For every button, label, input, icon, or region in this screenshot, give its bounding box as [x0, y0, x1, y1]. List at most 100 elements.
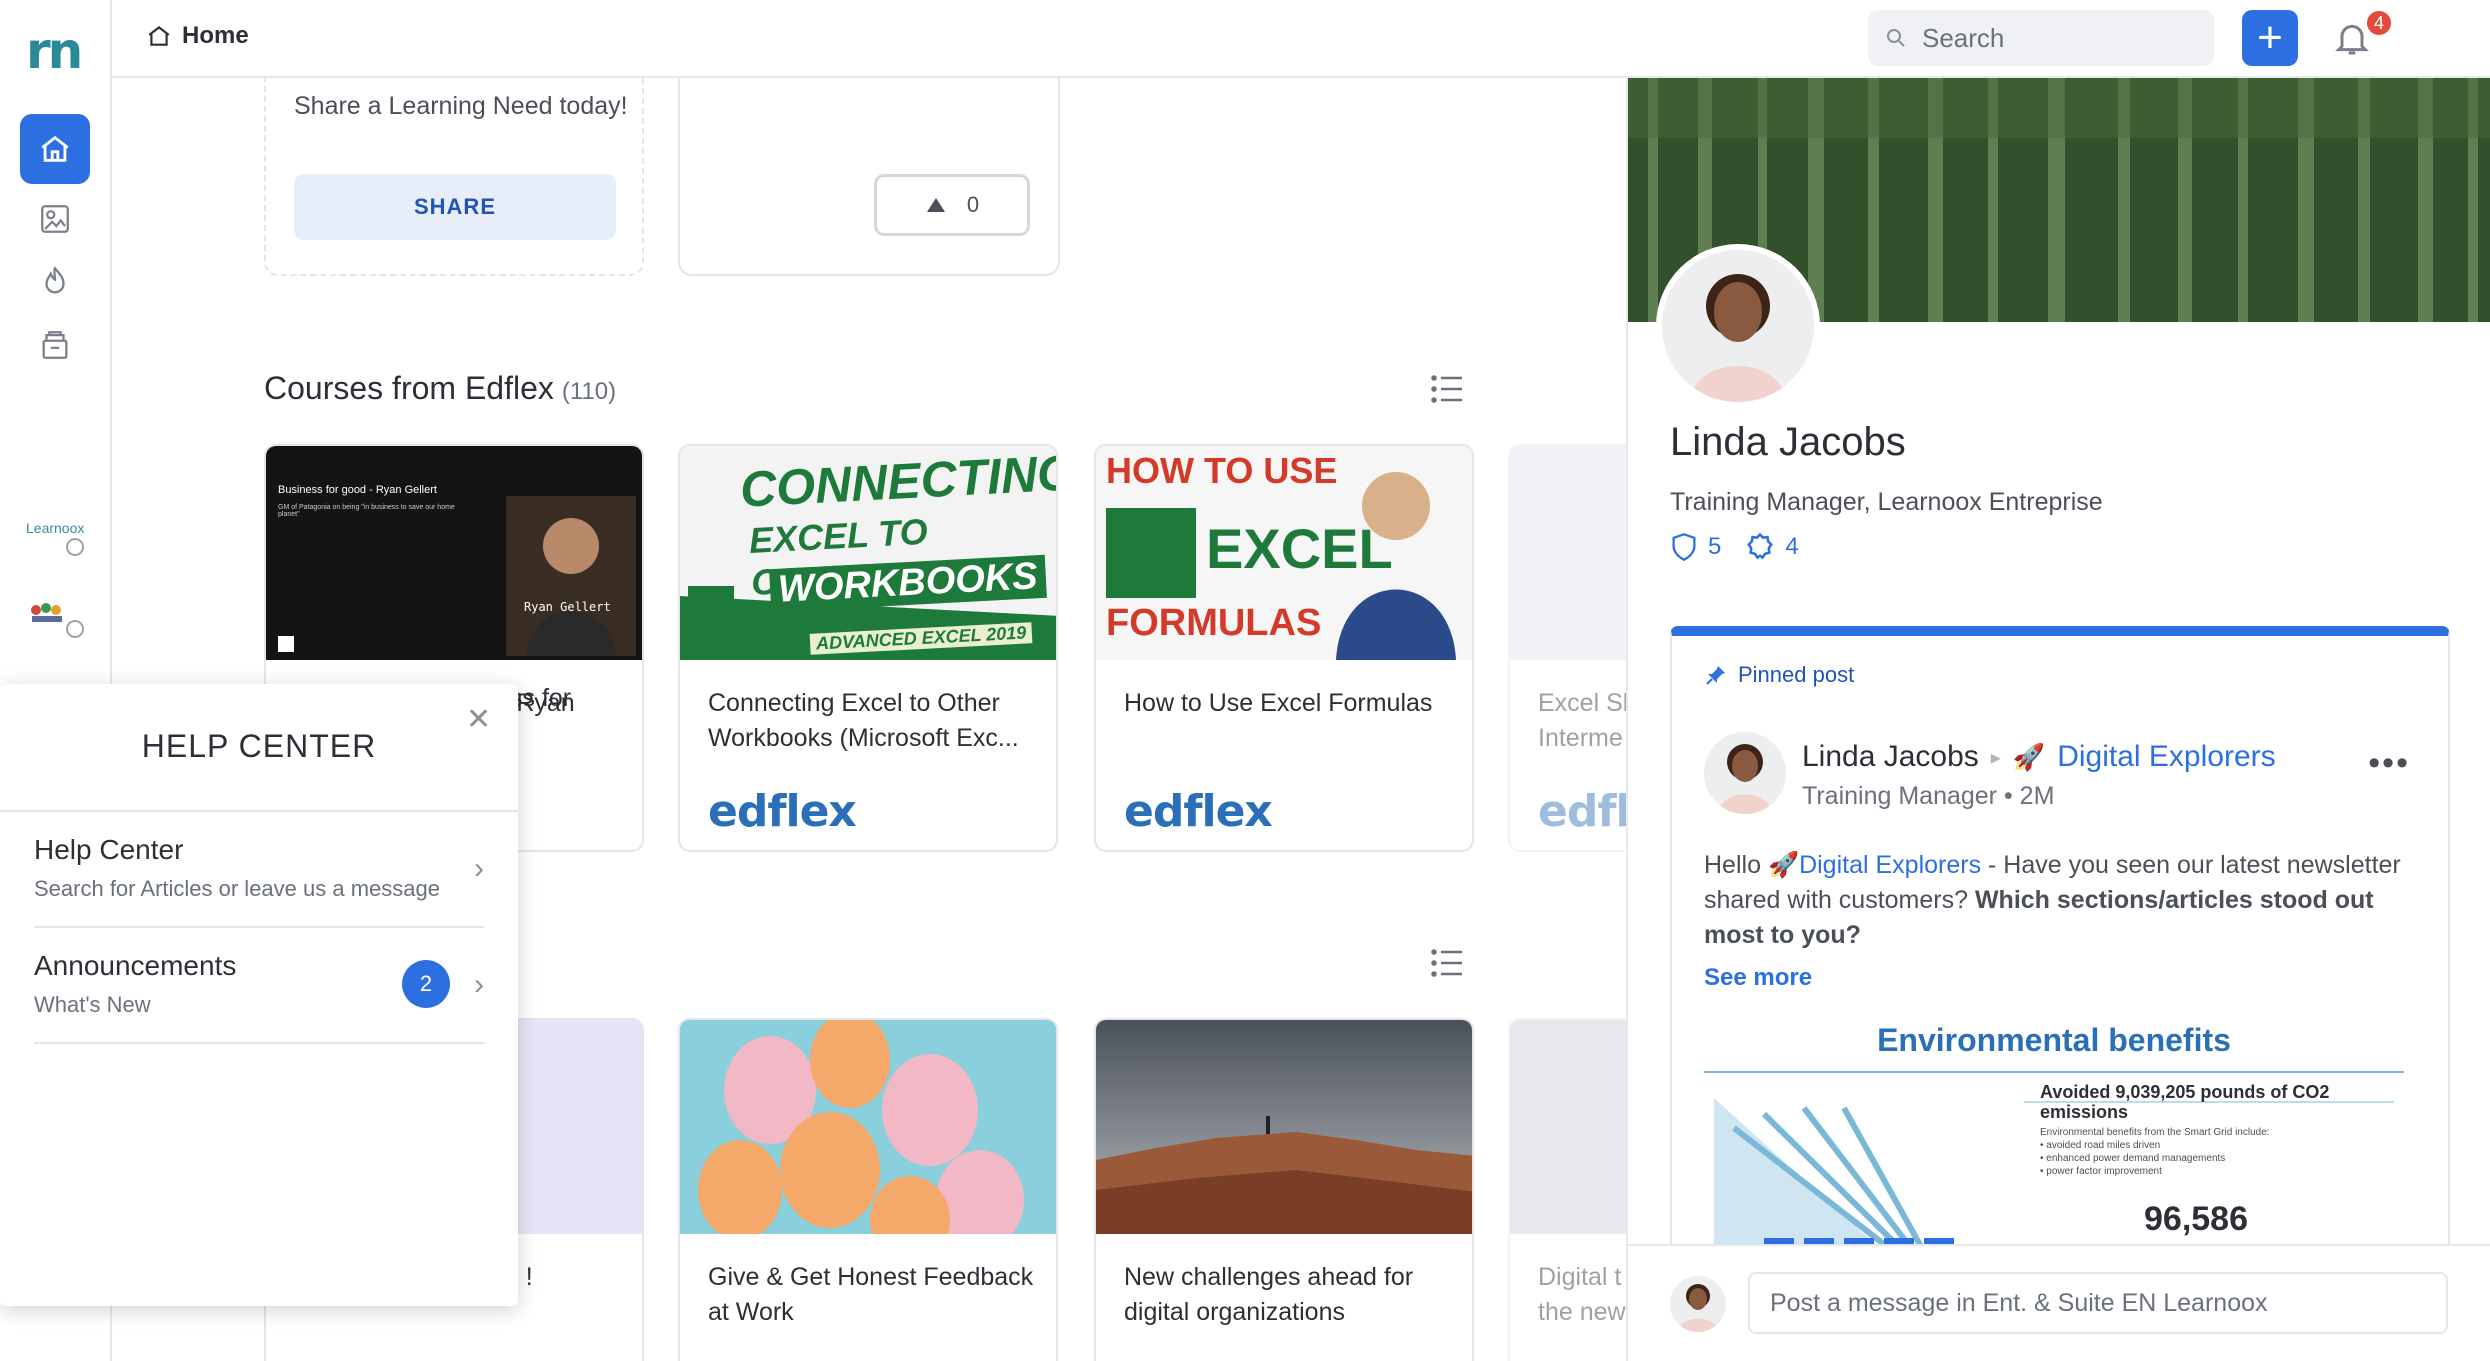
infographic-bullet: • avoided road miles driven [2040, 1140, 2161, 1151]
profile-stats: 5 4 [1670, 532, 1799, 562]
org-learnoox[interactable]: Learnoox [26, 520, 84, 536]
pinned-text: Pinned post [1738, 662, 1855, 687]
provider-logo: edfl [1538, 786, 1626, 837]
infographic-bullet: • power factor improvement [2040, 1166, 2162, 1177]
dashboard-icon[interactable] [38, 202, 72, 236]
post-body-group-link[interactable]: Digital Explorers [1799, 851, 1981, 879]
post-group-link[interactable]: Digital Explorers [2057, 740, 2275, 774]
notification-badge: 4 [2364, 8, 2394, 38]
help-item-subtitle: Search for Articles or leave us a messag… [34, 876, 440, 901]
infographic-desc-text: Environmental benefits from the Smart Gr… [2040, 1127, 2270, 1138]
post-author-line: Linda Jacobs ▸ 🚀 Digital Explorers [1802, 740, 2276, 774]
post-author-name[interactable]: Linda Jacobs [1802, 740, 1979, 774]
course-card[interactable]: HOW TO USE EXCEL FORMULAS How to Use Exc… [1094, 444, 1474, 852]
course-card[interactable]: Excel Sk Interme edfl [1508, 444, 1626, 852]
share-button[interactable]: SHARE [294, 174, 616, 240]
see-more-link[interactable]: See more [1704, 964, 1812, 992]
thumb-line3: FORMULAS [1106, 602, 1322, 644]
post-body: Hello 🚀Digital Explorers - Have you seen… [1704, 848, 2424, 953]
clock-icon [66, 538, 84, 556]
share-need-card: Share a Learning Need today! SHARE [264, 78, 644, 276]
nav-home[interactable] [20, 114, 90, 184]
thumb-line1: HOW TO USE [1106, 450, 1338, 491]
need-card: 0 [678, 78, 1060, 276]
profile-avatar[interactable] [1656, 244, 1820, 408]
composer-avatar [1670, 1276, 1726, 1332]
thumb-line2: EXCEL [1206, 517, 1393, 580]
pin-icon [1706, 666, 1725, 685]
message-composer [1628, 1244, 2490, 1361]
rocket-icon: 🚀 [2012, 741, 2046, 772]
help-center-item[interactable]: Help Center Search for Articles or leave… [34, 812, 484, 928]
upvote-count: 0 [966, 192, 980, 217]
post-message-input[interactable] [1748, 1272, 2448, 1334]
course-title-line1: Excel Sk [1538, 689, 1626, 717]
post-hello: Hello [1704, 851, 1761, 879]
course-title: Connecting Excel to Other Workbooks (Mic… [708, 689, 1019, 752]
thumb-name: Ryan Gellert [524, 600, 611, 614]
more-options-icon[interactable]: ••• [2368, 744, 2410, 783]
infographic-description: Environmental benefits from the Smart Gr… [2040, 1126, 2390, 1178]
help-item-title: Help Center [34, 834, 184, 865]
announcements-item[interactable]: Announcements What's New 2 › [34, 928, 484, 1044]
profile-panel: Linda Jacobs Training Manager, Learnoox … [1626, 78, 2490, 1361]
infographic-heading: Avoided 9,039,205 pounds of CO2 emission… [2040, 1082, 2330, 1122]
help-item-subtitle: What's New [34, 992, 151, 1017]
course-thumbnail [1096, 1020, 1472, 1234]
add-button[interactable]: + [2242, 10, 2298, 66]
course-card[interactable]: New challenges ahead for digital organiz… [1094, 1018, 1474, 1361]
course-card[interactable]: Digital t the new [1508, 1018, 1626, 1361]
pinned-label: Pinned post [1704, 662, 1854, 688]
list-view-icon[interactable] [1430, 948, 1464, 978]
trending-icon[interactable] [38, 264, 72, 298]
post-meta: Training Manager • 2M [1802, 782, 2054, 811]
breadcrumb[interactable]: Home [146, 22, 249, 50]
post-infographic[interactable]: Environmental benefits Avoided 9,039,205… [1704, 1012, 2404, 1252]
course-thumbnail [680, 1020, 1056, 1234]
course-card[interactable]: Give & Get Honest Feedback at Work [678, 1018, 1058, 1361]
home-icon [41, 135, 69, 162]
awards-stat[interactable]: 4 [1745, 532, 1799, 562]
archive-icon[interactable] [38, 328, 72, 362]
help-center-title: HELP CENTER [141, 728, 377, 764]
arrow-right-icon: ▸ [1990, 746, 2001, 769]
search-icon [1887, 29, 1905, 47]
course-thumbnail: CONNECTING EXCEL TO OTHER WORKBOOKS ADVA… [680, 446, 1056, 660]
awards-count: 4 [1785, 533, 1799, 560]
profile-name: Linda Jacobs [1670, 420, 1906, 464]
course-title: How to Use Excel Formulas [1124, 689, 1433, 717]
post-author-avatar[interactable] [1704, 732, 1786, 814]
course-title-line2: the new [1538, 1298, 1626, 1326]
clock-icon [66, 620, 84, 638]
search-input[interactable] [1922, 22, 2182, 54]
course-thumbnail: Business for good - Ryan Gellert GM of P… [266, 446, 642, 660]
search-box[interactable] [1868, 10, 2214, 66]
badges-count: 5 [1708, 533, 1722, 560]
rocket-icon: 🚀 [1767, 851, 1800, 879]
infographic-title: Environmental benefits [1877, 1022, 2231, 1058]
upvote-button[interactable]: 0 [874, 174, 1030, 236]
course-thumbnail: HOW TO USE EXCEL FORMULAS [1096, 446, 1472, 660]
org-logo-icon[interactable] [28, 600, 68, 626]
course-title-line1: Digital t [1538, 1263, 1622, 1291]
course-title-fragment: ss for [510, 684, 572, 712]
infographic-bullet: • enhanced power demand managements [2040, 1153, 2226, 1164]
breadcrumb-label: Home [182, 22, 249, 49]
top-header: Home + 4 [112, 0, 2490, 78]
home-icon [148, 25, 170, 46]
post-author-role: Training Manager [1802, 782, 1998, 810]
list-view-icon[interactable] [1430, 374, 1464, 404]
dot-separator: • [2003, 782, 2020, 810]
chevron-right-icon: › [474, 968, 484, 1001]
course-card[interactable]: CONNECTING EXCEL TO OTHER WORKBOOKS ADVA… [678, 444, 1058, 852]
course-thumbnail [1510, 1020, 1626, 1234]
chevron-right-icon: › [474, 852, 484, 885]
badges-stat[interactable]: 5 [1670, 532, 1721, 562]
publisher-logo-icon [278, 636, 294, 652]
course-title: th ! [498, 1263, 533, 1291]
section-title: Courses from Edflex (110) [264, 370, 616, 407]
course-title-line2: Interme [1538, 724, 1623, 752]
app-logo[interactable]: rn [26, 22, 83, 80]
award-icon [1747, 532, 1774, 560]
course-title: Excel Sk Interme [1538, 686, 1626, 756]
